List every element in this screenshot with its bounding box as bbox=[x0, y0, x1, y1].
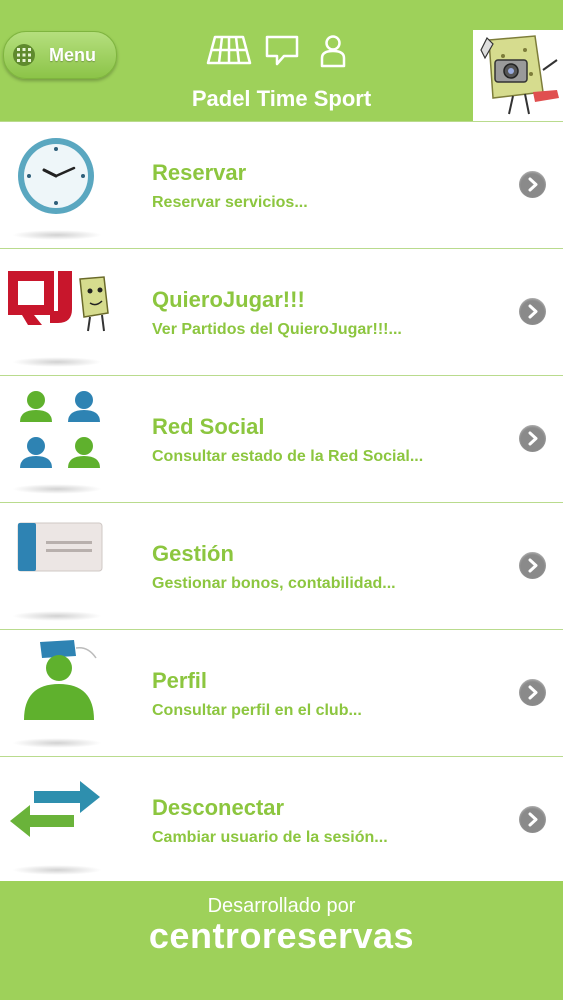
item-title: Desconectar bbox=[152, 795, 285, 820]
list-item-desconectar[interactable]: Desconectar Cambiar usuario de la sesión… bbox=[0, 757, 563, 884]
item-subtitle: Gestionar bonos, contabilidad... bbox=[152, 575, 396, 592]
list-item-reservar[interactable]: Reservar Reservar servicios... bbox=[0, 121, 563, 249]
footer: Desarrollado por centroreservas bbox=[0, 881, 563, 1000]
row-shadow bbox=[12, 738, 102, 748]
item-subtitle: Consultar estado de la Red Social... bbox=[152, 448, 424, 465]
swap-arrows-icon bbox=[4, 765, 120, 875]
app-header: Menu Padel Time Sport bbox=[0, 0, 563, 121]
item-title: Red Social bbox=[152, 414, 265, 439]
clock-icon bbox=[4, 130, 120, 240]
chat-bubble-icon[interactable] bbox=[264, 34, 300, 73]
chevron-right-icon[interactable] bbox=[519, 298, 546, 325]
court-icon[interactable] bbox=[206, 34, 252, 71]
chevron-right-icon[interactable] bbox=[519, 552, 546, 579]
item-title: Gestión bbox=[152, 541, 234, 566]
app-title: Padel Time Sport bbox=[191, 86, 372, 111]
item-subtitle: Reservar servicios... bbox=[152, 194, 308, 211]
row-shadow bbox=[12, 357, 102, 367]
row-shadow bbox=[12, 865, 102, 875]
profile-icon bbox=[4, 638, 120, 748]
item-subtitle: Ver Partidos del QuieroJugar!!!... bbox=[152, 321, 402, 338]
item-subtitle: Consultar perfil en el club... bbox=[152, 702, 362, 719]
item-title: Perfil bbox=[152, 668, 208, 693]
quierojugar-logo-icon bbox=[4, 257, 120, 367]
item-title: QuieroJugar!!! bbox=[152, 287, 305, 312]
row-shadow bbox=[12, 611, 102, 621]
item-subtitle: Cambiar usuario de la sesión... bbox=[152, 829, 388, 846]
chevron-right-icon[interactable] bbox=[519, 425, 546, 452]
chevron-right-icon[interactable] bbox=[519, 806, 546, 833]
row-shadow bbox=[12, 230, 102, 240]
list-item-gestion[interactable]: Gestión Gestionar bonos, contabilidad... bbox=[0, 503, 563, 630]
avatar[interactable] bbox=[473, 30, 563, 121]
list-item-quierojugar[interactable]: QuieroJugar!!! Ver Partidos del QuieroJu… bbox=[0, 249, 563, 376]
menu-button[interactable]: Menu bbox=[3, 31, 117, 79]
social-network-icon bbox=[4, 384, 120, 494]
row-shadow bbox=[12, 484, 102, 494]
item-title: Reservar bbox=[152, 160, 247, 185]
chevron-right-icon[interactable] bbox=[519, 171, 546, 198]
menu-list: Reservar Reservar servicios... QuieroJug… bbox=[0, 121, 563, 884]
grid-icon bbox=[13, 44, 35, 66]
centroreservas-logo[interactable]: centroreservas bbox=[0, 915, 563, 957]
list-item-red-social[interactable]: Red Social Consultar estado de la Red So… bbox=[0, 376, 563, 503]
menu-label: Menu bbox=[49, 44, 96, 65]
card-icon bbox=[4, 511, 120, 621]
list-item-perfil[interactable]: Perfil Consultar perfil en el club... bbox=[0, 630, 563, 757]
user-icon[interactable] bbox=[318, 34, 348, 73]
chevron-right-icon[interactable] bbox=[519, 679, 546, 706]
